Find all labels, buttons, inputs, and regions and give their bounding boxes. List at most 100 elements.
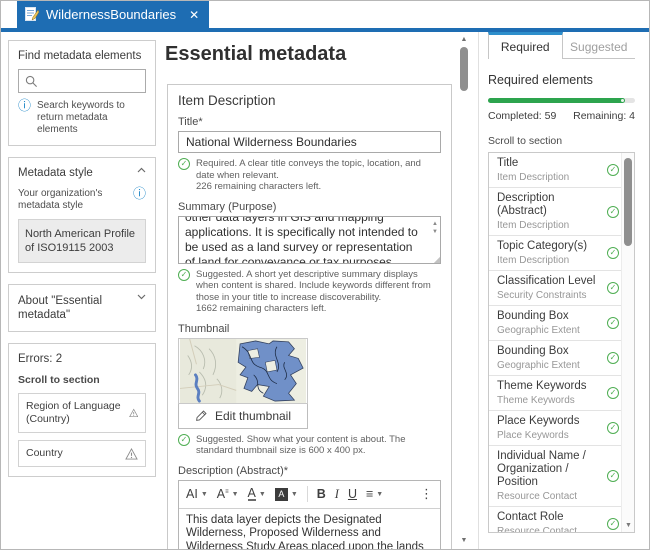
chevron-down-icon: ▼ <box>232 491 239 498</box>
item-description-card: Item Description Title* Required. A clea… <box>167 84 452 549</box>
section-link-subtitle: Resource Contact <box>497 491 607 502</box>
scroll-down-icon[interactable] <box>622 522 635 530</box>
completed-check-icon <box>607 164 619 176</box>
panel-tabs: Required Suggested <box>488 32 635 59</box>
summary-hint-text: Suggested. A short yet descriptive summa… <box>196 269 441 304</box>
edit-thumbnail-button[interactable]: Edit thumbnail <box>178 404 308 429</box>
section-link[interactable]: Classification Level Security Constraint… <box>489 270 621 305</box>
section-link-subtitle: Item Description <box>497 172 569 183</box>
textarea-scrollbar[interactable] <box>432 221 438 235</box>
description-rich-text-editor: AI▼ A≡▼ A▼ A▼ B I <box>178 480 441 550</box>
section-link-title: Contact Role <box>497 511 577 524</box>
panel-tab[interactable]: Suggested <box>563 32 636 59</box>
section-link[interactable]: Place Keywords Place Keywords <box>489 410 621 445</box>
main-scrollbar[interactable] <box>457 34 471 547</box>
organization-style-label-row: Your organization's metadata style ⓘ <box>18 188 146 212</box>
title-hint-text: Required. A clear title conveys the topi… <box>196 158 441 181</box>
panel-tab[interactable]: Required <box>488 32 563 59</box>
italic-button[interactable]: I <box>335 487 339 502</box>
document-tab-bar: WildernessBoundaries ✕ <box>1 1 649 28</box>
resize-grip-icon[interactable] <box>434 256 440 264</box>
section-link-title: Classification Level <box>497 275 595 288</box>
more-options-icon[interactable]: ⋮ <box>420 486 433 502</box>
section-link-title: Title <box>497 157 569 170</box>
document-tab[interactable]: WildernessBoundaries ✕ <box>17 1 209 28</box>
font-size-dropdown[interactable]: A≡▼ <box>217 487 239 501</box>
info-icon: ⓘ <box>18 100 31 112</box>
toolbar-divider <box>307 486 308 502</box>
about-essential-metadata-card[interactable]: About "Essential metadata" <box>8 284 156 332</box>
section-link-subtitle: Item Description <box>497 220 607 231</box>
scrollbar-thumb[interactable] <box>624 158 632 246</box>
remaining-count: Remaining: 4 <box>573 110 635 122</box>
section-link[interactable]: Topic Category(s) Item Description <box>489 235 621 270</box>
section-link-subtitle: Security Constraints <box>497 290 595 301</box>
search-input[interactable] <box>18 69 146 93</box>
metadata-document-icon <box>25 7 39 22</box>
summary-textarea[interactable]: other data layers in GIS and mapping app… <box>178 216 441 264</box>
close-tab-icon[interactable]: ✕ <box>189 8 199 22</box>
chevron-down-icon: ▼ <box>291 491 298 498</box>
section-link[interactable]: Individual Name / Organization / Positio… <box>489 445 621 506</box>
summary-text: other data layers in GIS and mapping app… <box>185 216 424 264</box>
bold-button[interactable]: B <box>317 487 326 501</box>
section-link-title: Theme Keywords <box>497 380 586 393</box>
completed-check-icon <box>607 247 619 259</box>
find-metadata-card: Find metadata elements ⓘ Search keywords… <box>8 40 156 146</box>
progress-fill <box>488 98 625 103</box>
chevron-down-icon[interactable] <box>137 294 146 300</box>
title-input[interactable] <box>178 131 441 153</box>
completed-check-icon <box>607 352 619 364</box>
sections-list-scrollbar[interactable] <box>621 153 634 532</box>
panel-tab-label: Suggested <box>570 40 627 54</box>
section-link[interactable]: Description (Abstract) Item Description <box>489 187 621 235</box>
error-section-label: Country <box>26 447 63 460</box>
chevron-up-icon[interactable] <box>137 167 146 173</box>
thumbnail-widget: Edit thumbnail <box>178 338 308 429</box>
search-hint: ⓘ Search keywords to return metadata ele… <box>18 100 146 136</box>
section-link-title: Individual Name / Organization / Positio… <box>497 450 607 489</box>
editor-content: Find metadata elements ⓘ Search keywords… <box>1 32 649 549</box>
section-link-subtitle: Place Keywords <box>497 430 579 441</box>
title-remaining-text: 226 remaining characters left. <box>196 181 441 193</box>
metadata-style-title: Metadata style <box>18 167 93 179</box>
about-card-title: About "Essential metadata" <box>18 294 133 322</box>
section-link-title: Bounding Box <box>497 310 580 323</box>
error-section-link[interactable]: Country <box>18 440 146 467</box>
completed-check-icon <box>607 317 619 329</box>
completion-progress-bar <box>488 98 635 103</box>
scroll-down-icon[interactable] <box>457 537 471 545</box>
section-link[interactable]: Theme Keywords Theme Keywords <box>489 375 621 410</box>
required-elements-title: Required elements <box>488 73 635 87</box>
search-icon <box>25 75 38 88</box>
completed-check-icon <box>607 422 619 434</box>
title-field-label: Title* <box>178 116 441 128</box>
section-link[interactable]: Bounding Box Geographic Extent <box>489 305 621 340</box>
summary-remaining-text: 1662 remaining characters left. <box>196 303 441 315</box>
section-title: Item Description <box>178 93 441 108</box>
description-text[interactable]: This data layer depicts the Designated W… <box>179 509 440 550</box>
error-section-label: Region of Language (Country) <box>26 400 129 426</box>
thumbnail-hint-text: Suggested. Show what your content is abo… <box>196 434 441 457</box>
section-link[interactable]: Contact Role Resource Contact <box>489 506 621 533</box>
error-section-link[interactable]: Region of Language (Country) <box>18 393 146 433</box>
thumbnail-hint: Suggested. Show what your content is abo… <box>178 434 441 457</box>
search-hint-text: Search keywords to return metadata eleme… <box>37 100 146 136</box>
font-dropdown[interactable]: AI▼ <box>186 487 208 501</box>
alignment-dropdown[interactable]: ≡▼ <box>366 487 383 501</box>
underline-button[interactable]: U <box>348 487 357 501</box>
section-link[interactable]: Bounding Box Geographic Extent <box>489 340 621 375</box>
scroll-up-icon[interactable] <box>457 36 471 44</box>
required-sections-list: Title Item Description Description (Abst… <box>488 152 635 533</box>
metadata-style-card: Metadata style Your organization's metad… <box>8 157 156 273</box>
errors-scroll-label: Scroll to section <box>18 374 146 386</box>
highlight-color-dropdown[interactable]: A▼ <box>275 488 298 501</box>
scroll-down-icon <box>432 229 438 235</box>
section-link[interactable]: Title Item Description <box>489 153 621 187</box>
section-link-subtitle: Item Description <box>497 255 587 266</box>
completed-check-icon <box>607 387 619 399</box>
font-color-dropdown[interactable]: A▼ <box>248 487 266 501</box>
metadata-editor-window: WildernessBoundaries ✕ Find metadata ele… <box>0 0 650 550</box>
chevron-down-icon: ▼ <box>376 491 383 498</box>
scrollbar-thumb[interactable] <box>460 47 468 91</box>
